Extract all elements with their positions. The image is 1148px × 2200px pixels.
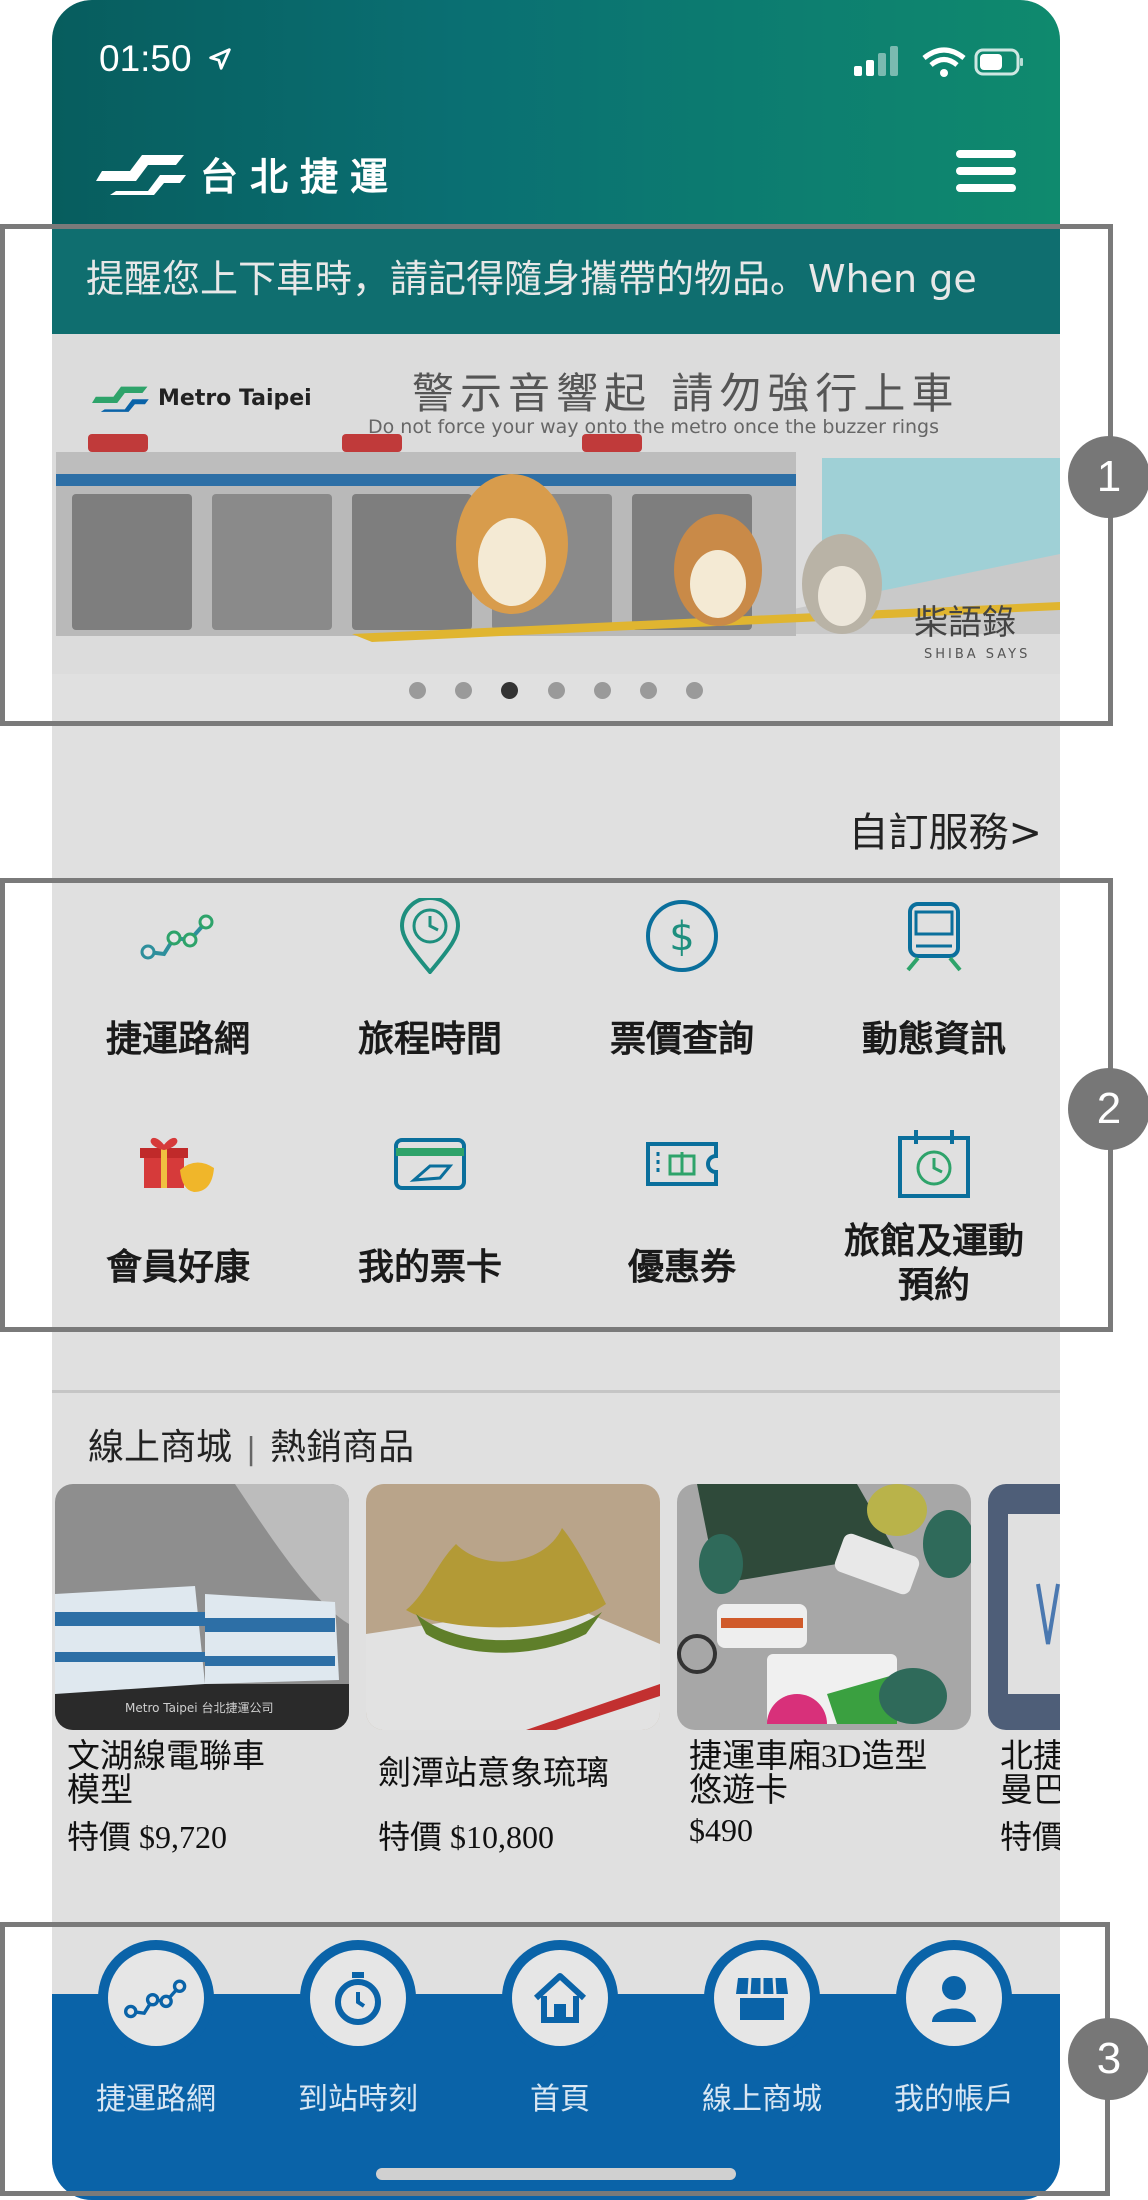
wifi-icon <box>922 47 966 77</box>
product-price: 特價 $10,800 <box>378 1819 555 1855</box>
product-name: 捷運車廂3D造型 悠遊卡 <box>689 1739 928 1809</box>
callout-number-3: 3 <box>1068 2018 1148 2100</box>
product-price: $490 <box>689 1812 753 1848</box>
callout-box-1 <box>0 224 1113 726</box>
callout-box-2 <box>0 878 1113 1332</box>
app-header: 01:50 台北捷運 <box>52 0 1060 224</box>
product-image <box>366 1484 660 1730</box>
product-name: 文湖線電聯車 模型 <box>67 1739 265 1809</box>
product-card[interactable]: 劍潭站意象琉璃 特價 $10,800 <box>366 1484 660 1858</box>
metro-logo-icon <box>96 155 186 195</box>
callout-box-3 <box>0 1922 1110 2196</box>
status-icons <box>854 46 1023 77</box>
status-time: 01:50 <box>99 38 234 80</box>
shop-section-title: 線上商城 | 熱銷商品 <box>88 1427 415 1468</box>
product-image <box>988 1484 1060 1730</box>
location-arrow-icon <box>209 48 231 70</box>
callout-number-1: 1 <box>1068 436 1148 518</box>
battery-icon <box>974 48 1023 76</box>
product-name: 北捷 曼巴 <box>1000 1739 1060 1809</box>
metro-logo[interactable]: 台北捷運 <box>96 148 401 199</box>
product-card[interactable]: Metro Taipei 台北捷運公司 文湖線電聯車 模型 特價 $9,720 <box>55 1484 349 1858</box>
product-card[interactable]: 捷運車廂3D造型 悠遊卡 $490 <box>677 1484 971 1849</box>
svg-text:Metro Taipei 台北捷運公司: Metro Taipei 台北捷運公司 <box>125 1700 273 1715</box>
callout-number-2: 2 <box>1068 1068 1148 1150</box>
product-image <box>677 1484 971 1730</box>
product-card[interactable]: 北捷 曼巴 特價 <box>988 1484 1060 1858</box>
product-name: 劍潭站意象琉璃 <box>378 1756 609 1792</box>
product-price: 特價 $9,720 <box>67 1819 228 1855</box>
custom-service-link[interactable]: 自訂服務> <box>848 800 1042 858</box>
logo-text: 台北捷運 <box>200 154 401 199</box>
product-image: Metro Taipei 台北捷運公司 <box>55 1484 349 1730</box>
signal-icon <box>854 46 898 76</box>
product-price: 特價 <box>1000 1819 1060 1855</box>
hamburger-menu-icon[interactable] <box>956 150 1016 194</box>
section-divider <box>52 1390 1060 1393</box>
